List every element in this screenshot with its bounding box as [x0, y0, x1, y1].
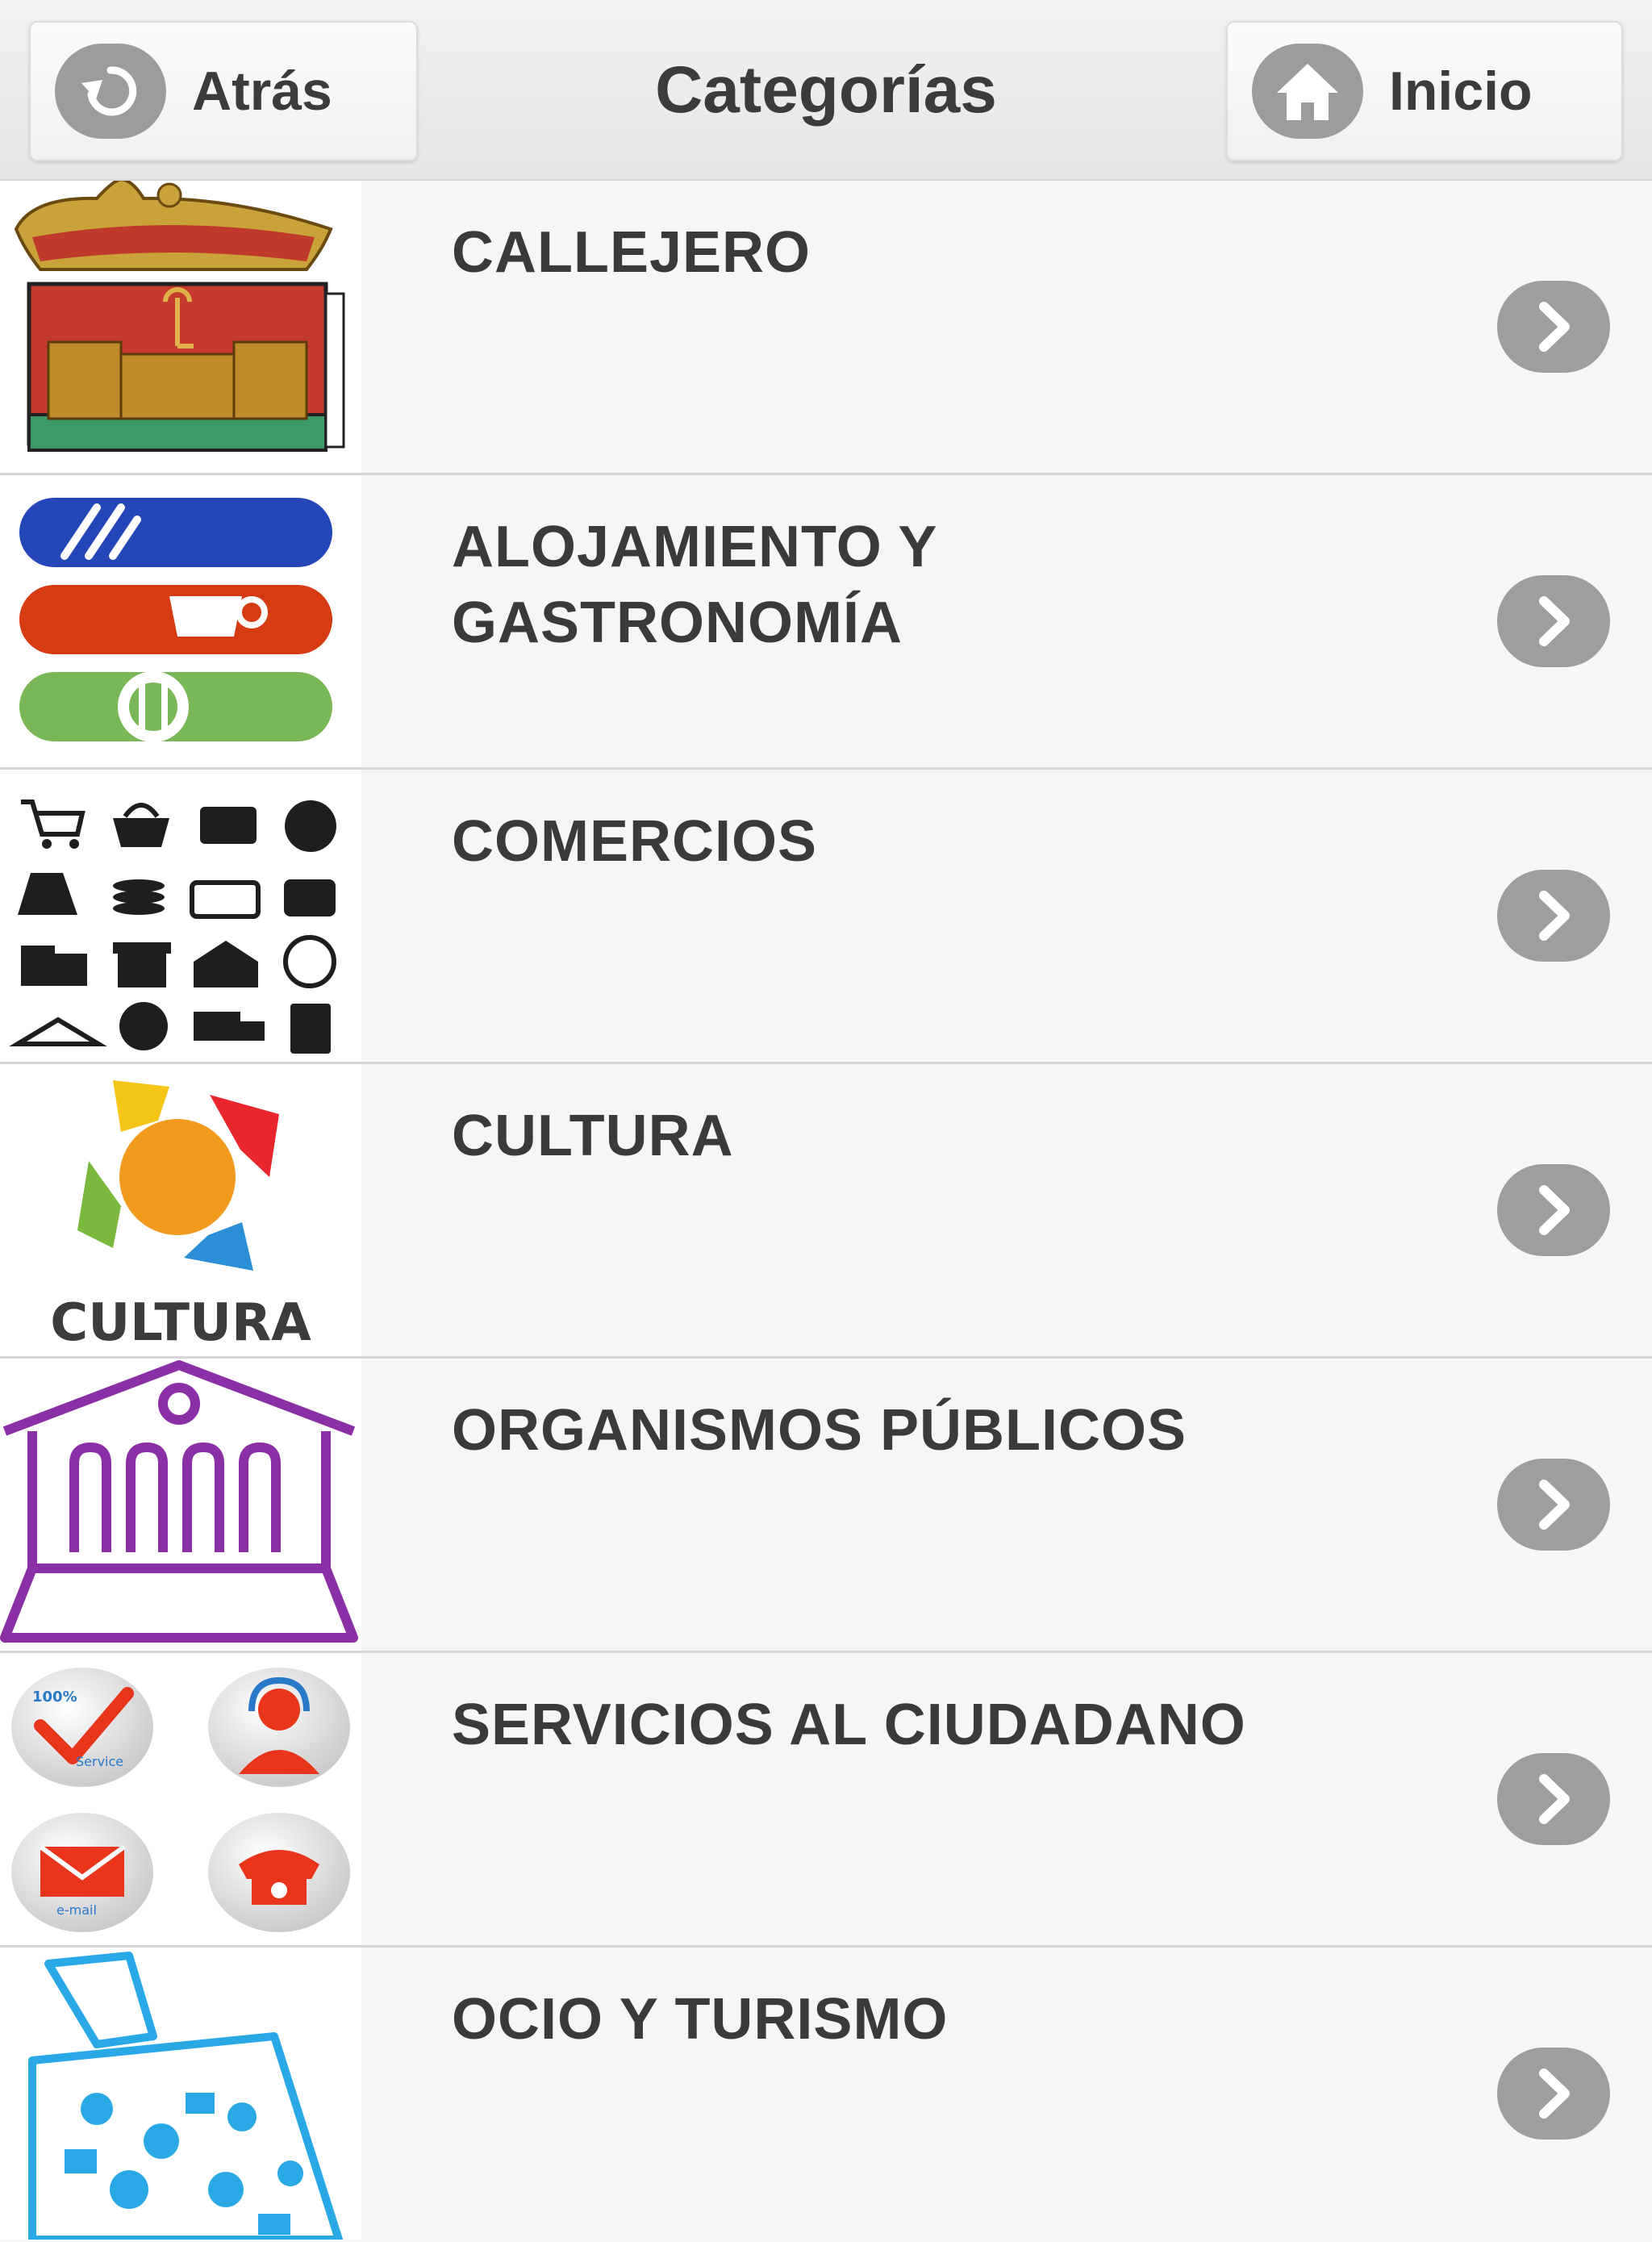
coat-of-arms-icon — [0, 181, 361, 473]
category-label: SERVICIOS AL CIUDADANO — [452, 1693, 1246, 1757]
category-label: ORGANISMOS PÚBLICOS — [452, 1398, 1187, 1463]
category-row-organismos[interactable]: ORGANISMOS PÚBLICOS — [0, 1359, 1652, 1653]
service-badge-subtext: Service — [76, 1754, 123, 1769]
category-row-comercios[interactable]: COMERCIOS — [0, 770, 1652, 1064]
cultura-logo: CULTURA — [0, 1064, 361, 1356]
category-label: CULTURA — [452, 1104, 734, 1168]
category-row-ocio[interactable]: OCIO Y TURISMO — [0, 1948, 1652, 2242]
top-toolbar: Atrás Categorías Inicio — [0, 0, 1652, 181]
category-label: ALOJAMIENTO Y GASTRONOMÍA — [452, 515, 937, 655]
category-row-servicios[interactable]: 100% Service e-mail SERVICIOS AL CIUDADA… — [0, 1653, 1652, 1948]
dining-bars-icon — [0, 475, 361, 767]
category-label: CALLEJERO — [452, 220, 811, 285]
back-label: Atrás — [192, 61, 332, 122]
home-icon — [1252, 44, 1363, 139]
back-arrow-icon — [55, 44, 166, 139]
category-row-callejero[interactable]: CALLEJERO — [0, 181, 1652, 475]
chevron-right-icon[interactable] — [1497, 1459, 1610, 1551]
back-button[interactable]: Atrás — [29, 21, 418, 161]
chevron-right-icon[interactable] — [1497, 281, 1610, 373]
category-list: CALLEJERO ALOJAMIENTO Y GASTRONOMÍA COME… — [0, 181, 1652, 2242]
cultura-logo-text: CULTURA — [50, 1293, 311, 1353]
home-label: Inicio — [1389, 61, 1533, 122]
category-row-cultura[interactable]: CULTURA CULTURA — [0, 1064, 1652, 1359]
page-title: Categorías — [655, 53, 997, 127]
category-row-alojamiento[interactable]: ALOJAMIENTO Y GASTRONOMÍA — [0, 475, 1652, 770]
citizen-services-icon: 100% Service e-mail — [0, 1653, 361, 1945]
chevron-right-icon[interactable] — [1497, 870, 1610, 962]
chevron-right-icon[interactable] — [1497, 1753, 1610, 1845]
chevron-right-icon[interactable] — [1497, 575, 1610, 667]
category-label: COMERCIOS — [452, 809, 818, 874]
public-building-icon — [0, 1359, 361, 1651]
home-button[interactable]: Inicio — [1226, 21, 1623, 161]
chevron-right-icon[interactable] — [1497, 2048, 1610, 2140]
chevron-right-icon[interactable] — [1497, 1164, 1610, 1256]
service-badge-text: 100% — [32, 1689, 77, 1706]
shopping-icons-grid — [0, 770, 361, 1062]
tourism-suitcase-icon — [0, 1948, 361, 2240]
email-badge-text: e-mail — [56, 1902, 97, 1918]
category-label: OCIO Y TURISMO — [452, 1987, 949, 2052]
